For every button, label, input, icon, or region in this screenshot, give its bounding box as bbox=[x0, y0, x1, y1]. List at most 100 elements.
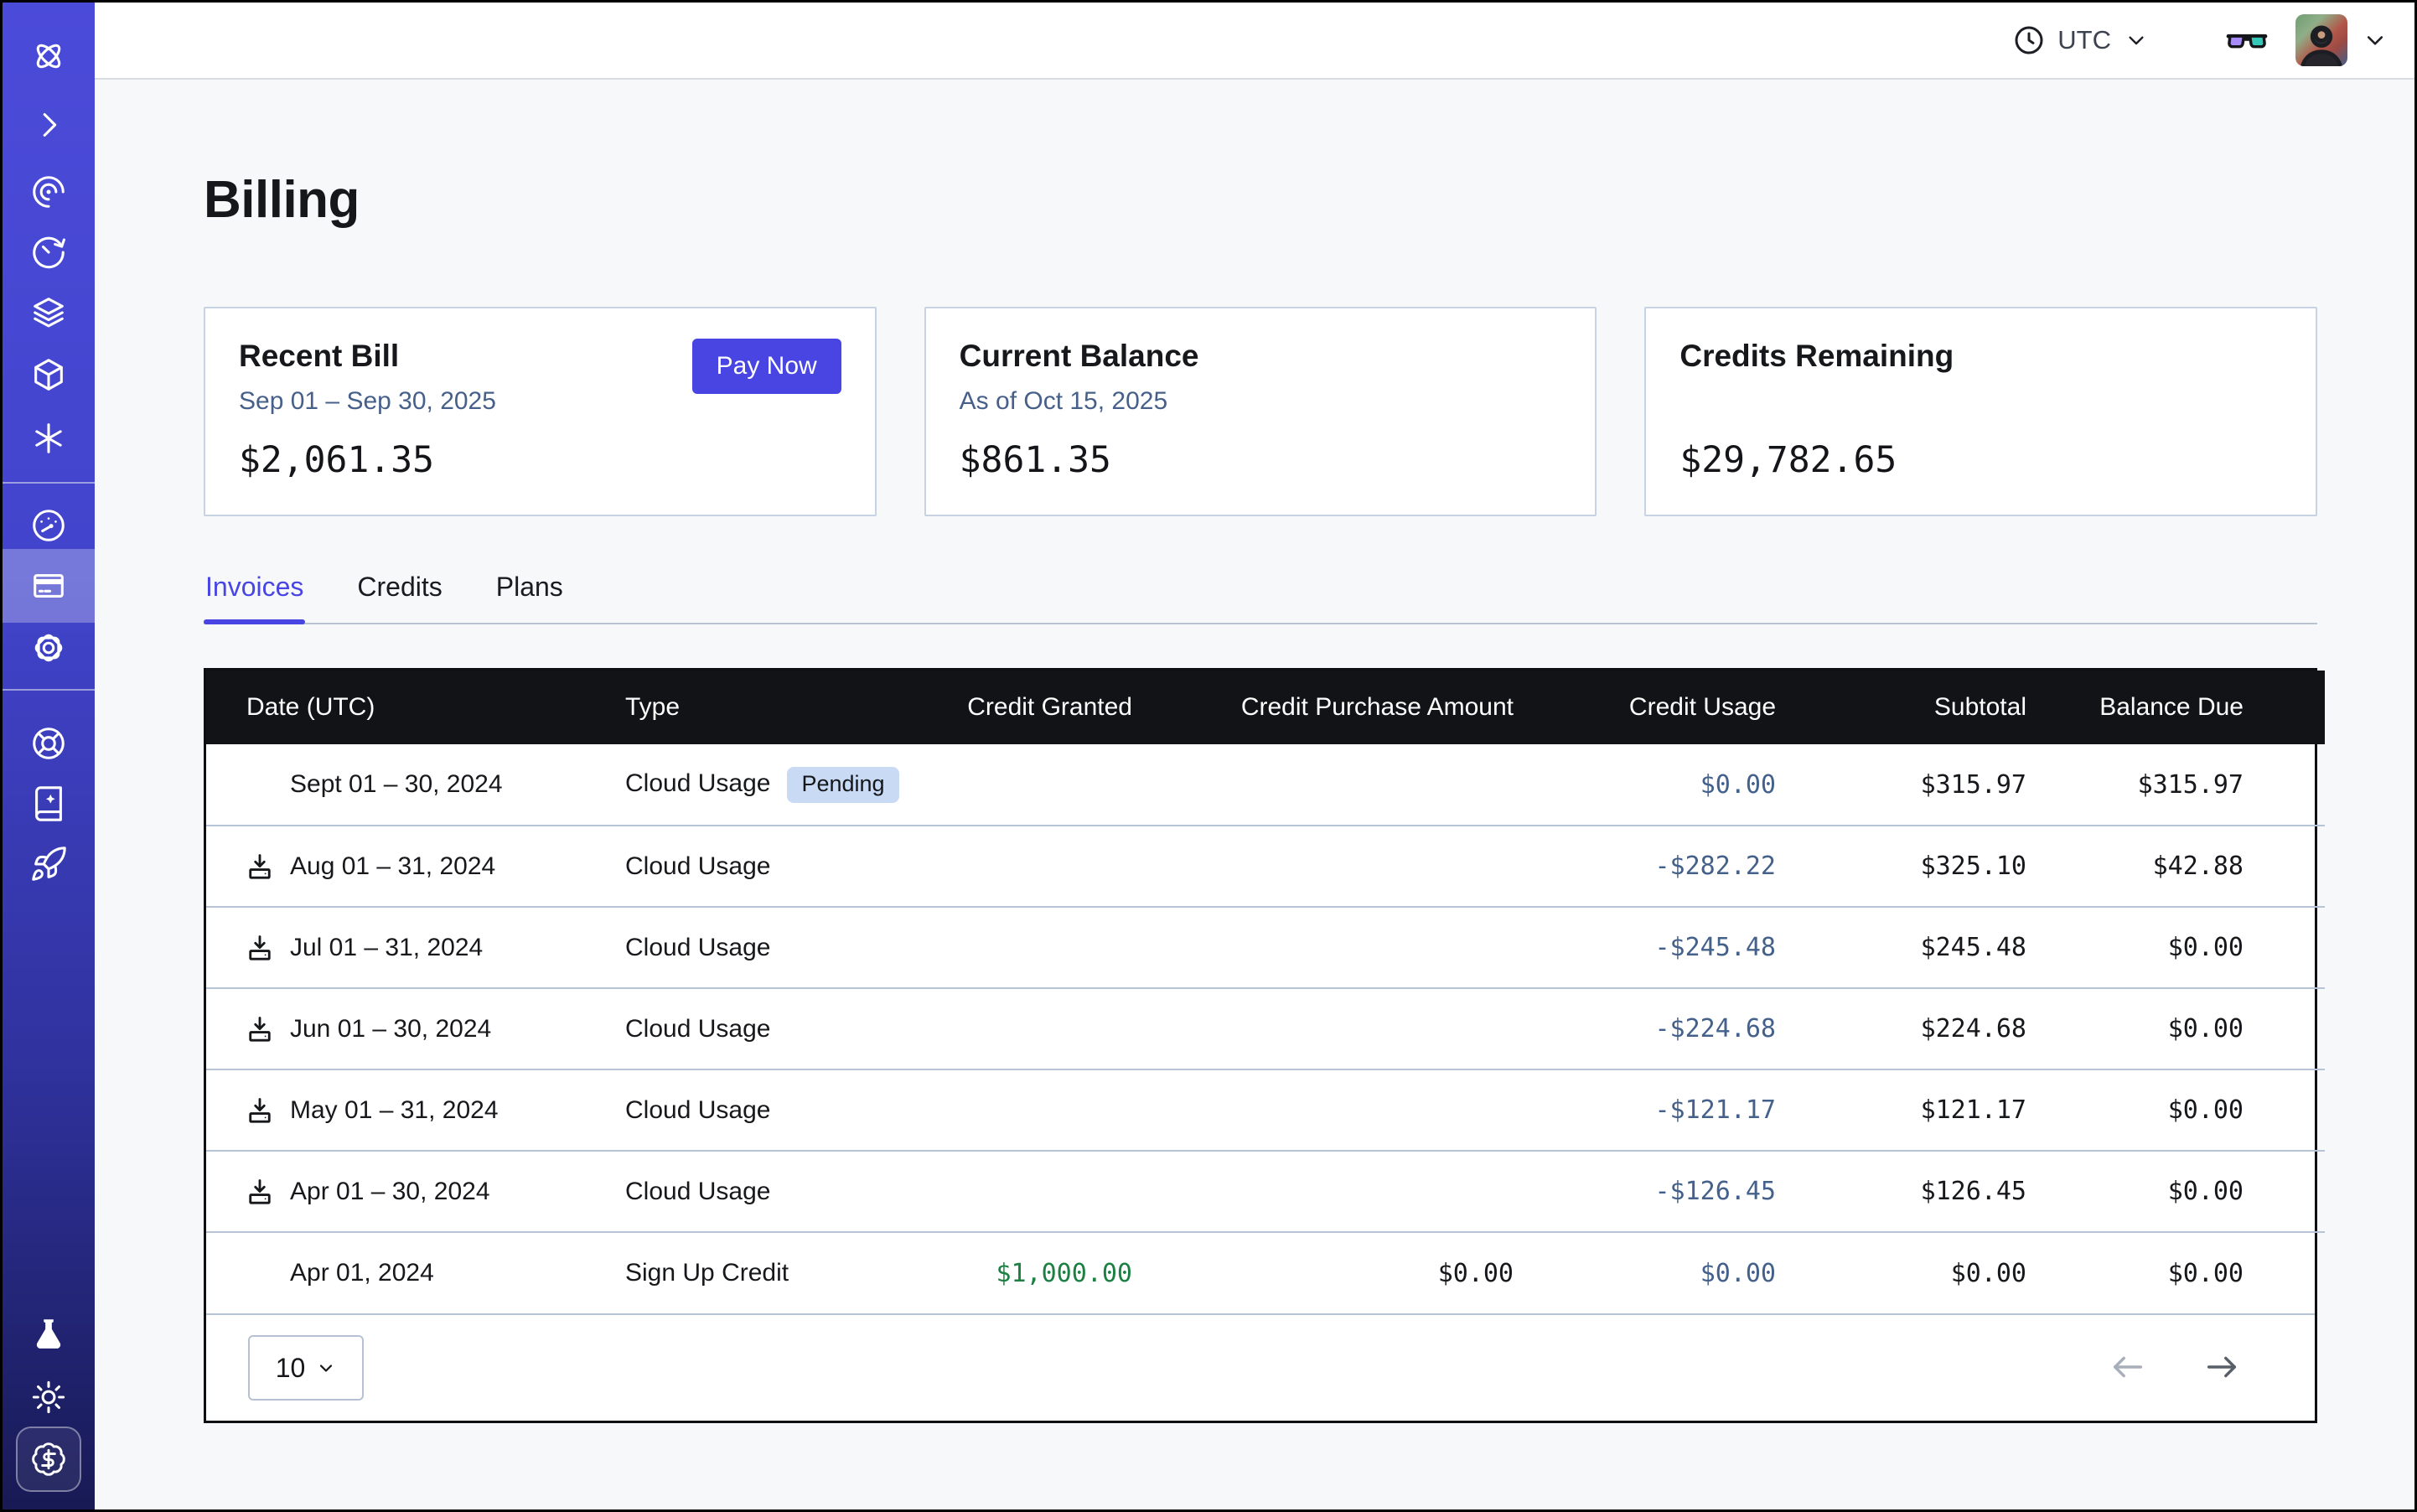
column-header-type: Type bbox=[592, 671, 927, 744]
status-badge: Pending bbox=[787, 767, 898, 803]
subtotal-value: $126.45 bbox=[1776, 1151, 2026, 1232]
tab-plans[interactable]: Plans bbox=[494, 572, 565, 623]
recent-bill-card: Recent Bill Sep 01 – Sep 30, 2025 $2,061… bbox=[204, 307, 877, 516]
column-header-balance-due: Balance Due bbox=[2026, 671, 2325, 744]
balance-due-value: $0.00 bbox=[2026, 907, 2325, 988]
sidebar-item-getting-started[interactable] bbox=[3, 827, 95, 901]
credit-usage-value: -$282.22 bbox=[1514, 826, 1776, 907]
rocket-icon bbox=[29, 845, 68, 883]
invoice-type: Cloud Usage bbox=[625, 1096, 770, 1124]
invoice-type: Cloud Usage bbox=[625, 1015, 770, 1043]
arrow-left-icon bbox=[2109, 1348, 2147, 1386]
account-menu[interactable] bbox=[2295, 14, 2389, 66]
pager-arrows bbox=[2109, 1348, 2241, 1389]
chevron-down-icon bbox=[2361, 26, 2389, 54]
table-row: May 01 – 31, 2024 Cloud Usage -$121.17 $… bbox=[206, 1069, 2325, 1151]
table-row: Jun 01 – 30, 2024 Cloud Usage -$224.68 $… bbox=[206, 988, 2325, 1069]
invoice-date: Jun 01 – 30, 2024 bbox=[290, 1015, 491, 1043]
invoice-date: Jul 01 – 31, 2024 bbox=[290, 934, 483, 962]
column-header-date: Date (UTC) bbox=[206, 671, 592, 744]
temporal-logo-icon bbox=[29, 37, 68, 75]
sidebar-item-home[interactable] bbox=[3, 19, 95, 93]
badge-dollar-icon bbox=[30, 1441, 67, 1478]
invoice-table-body: Sept 01 – 30, 2024 Cloud UsagePending $0… bbox=[206, 744, 2325, 1313]
asterisk-icon bbox=[29, 419, 68, 458]
arrow-right-icon bbox=[2202, 1348, 2241, 1386]
card-title: Current Balance bbox=[960, 339, 1562, 374]
credit-usage-value: $0.00 bbox=[1514, 1232, 1776, 1313]
column-header-credit-purchase: Credit Purchase Amount bbox=[1132, 671, 1514, 744]
credits-remaining-card: Credits Remaining $29,782.65 bbox=[1644, 307, 2317, 516]
timezone-picker[interactable]: UTC bbox=[2012, 23, 2150, 57]
credit-granted-value bbox=[927, 744, 1132, 826]
download-invoice-button[interactable] bbox=[245, 1014, 275, 1044]
feedback-glasses-button[interactable] bbox=[2223, 21, 2270, 60]
balance-due-value: $42.88 bbox=[2026, 826, 2325, 907]
glasses-icon bbox=[2223, 21, 2270, 60]
chevron-down-icon bbox=[2123, 27, 2150, 54]
invoice-type: Cloud Usage bbox=[625, 852, 770, 880]
credit-purchase-value: $0.00 bbox=[1132, 1232, 1514, 1313]
balance-due-value: $0.00 bbox=[2026, 1232, 2325, 1313]
app-window: UTC bbox=[3, 3, 2414, 1509]
layers-icon bbox=[29, 293, 68, 332]
card-title: Credits Remaining bbox=[1679, 339, 2282, 374]
subtotal-value: $315.97 bbox=[1776, 744, 2026, 826]
invoice-type: Cloud Usage bbox=[625, 769, 770, 797]
page-size-value: 10 bbox=[276, 1353, 306, 1384]
subtotal-value: $224.68 bbox=[1776, 988, 2026, 1069]
credit-usage-value: -$245.48 bbox=[1514, 907, 1776, 988]
sidebar-item-settings[interactable] bbox=[3, 611, 95, 685]
credit-purchase-value bbox=[1132, 988, 1514, 1069]
download-icon bbox=[245, 852, 275, 882]
book-sparkle-icon bbox=[29, 784, 68, 823]
balance-due-value: $0.00 bbox=[2026, 1069, 2325, 1151]
current-balance-amount: $861.35 bbox=[960, 439, 1111, 481]
invoice-type: Cloud Usage bbox=[625, 934, 770, 961]
credit-usage-value: -$121.17 bbox=[1514, 1069, 1776, 1151]
page-title: Billing bbox=[204, 170, 2317, 230]
balance-due-value: $0.00 bbox=[2026, 1151, 2325, 1232]
previous-page-button[interactable] bbox=[2109, 1348, 2147, 1389]
sidebar-item-nexus[interactable] bbox=[3, 401, 95, 475]
credit-purchase-value bbox=[1132, 826, 1514, 907]
invoice-table-header: Date (UTC) Type Credit Granted Credit Pu… bbox=[206, 671, 2325, 744]
invoice-date: May 01 – 31, 2024 bbox=[290, 1096, 499, 1125]
current-balance-card: Current Balance As of Oct 15, 2025 $861.… bbox=[924, 307, 1597, 516]
chevron-right-icon bbox=[29, 106, 68, 144]
tab-invoices[interactable]: Invoices bbox=[204, 572, 305, 623]
table-row: Apr 01 – 30, 2024 Cloud Usage -$126.45 $… bbox=[206, 1151, 2325, 1232]
download-invoice-button[interactable] bbox=[245, 852, 275, 882]
download-invoice-button[interactable] bbox=[245, 1177, 275, 1207]
balance-as-of-date: As of Oct 15, 2025 bbox=[960, 387, 1562, 416]
cube-icon bbox=[29, 355, 68, 394]
credit-granted-value: $1,000.00 bbox=[927, 1232, 1132, 1313]
clock-icon bbox=[2012, 23, 2046, 57]
summary-cards: Recent Bill Sep 01 – Sep 30, 2025 $2,061… bbox=[204, 307, 2317, 516]
download-icon bbox=[245, 933, 275, 963]
next-page-button[interactable] bbox=[2202, 1348, 2241, 1389]
sun-icon bbox=[29, 1378, 68, 1416]
main-area: UTC bbox=[95, 3, 2414, 1509]
sidebar-expand-button[interactable] bbox=[3, 88, 95, 162]
table-row: Aug 01 – 31, 2024 Cloud Usage -$282.22 $… bbox=[206, 826, 2325, 907]
sidebar-item-deployments[interactable] bbox=[3, 338, 95, 412]
balance-due-value: $315.97 bbox=[2026, 744, 2325, 826]
credit-granted-value bbox=[927, 1069, 1132, 1151]
sidebar bbox=[3, 3, 95, 1509]
timezone-label: UTC bbox=[2057, 25, 2111, 55]
tab-credits[interactable]: Credits bbox=[355, 572, 443, 623]
download-invoice-button[interactable] bbox=[245, 933, 275, 963]
column-header-subtotal: Subtotal bbox=[1776, 671, 2026, 744]
pay-now-button[interactable]: Pay Now bbox=[692, 339, 841, 394]
gauge-icon bbox=[29, 506, 68, 545]
credit-purchase-value bbox=[1132, 1151, 1514, 1232]
sidebar-item-credits[interactable] bbox=[3, 1422, 95, 1496]
billing-tabs: Invoices Credits Plans bbox=[204, 572, 2317, 624]
download-invoice-button[interactable] bbox=[245, 1095, 275, 1126]
invoice-date: Apr 01, 2024 bbox=[290, 1259, 434, 1287]
billing-page: Billing Recent Bill Sep 01 – Sep 30, 202… bbox=[95, 80, 2414, 1509]
credit-granted-value bbox=[927, 826, 1132, 907]
invoice-type: Sign Up Credit bbox=[625, 1259, 789, 1287]
page-size-select[interactable]: 10 bbox=[248, 1335, 364, 1401]
